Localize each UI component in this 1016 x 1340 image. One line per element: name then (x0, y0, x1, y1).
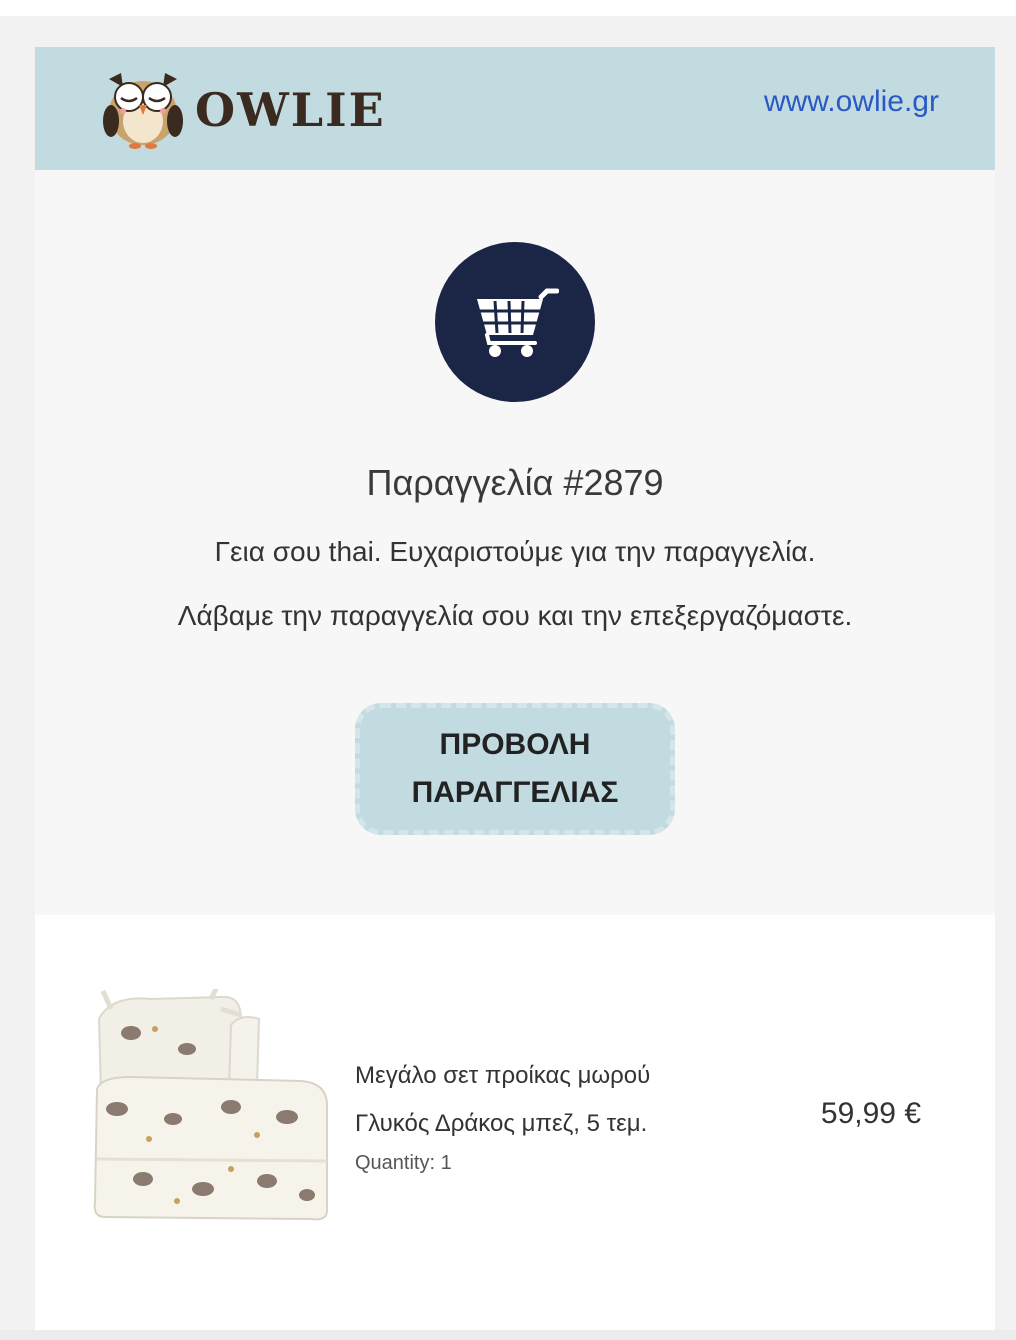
brand-name: OWLIE (195, 83, 386, 137)
view-order-button-label: ΠΡΟΒΟΛΗ ΠΑΡΑΓΓΕΛΙΑΣ (411, 728, 619, 809)
view-order-button[interactable]: ΠΡΟΒΟΛΗ ΠΑΡΑΓΓΕΛΙΑΣ (355, 703, 675, 835)
window-top-strip (0, 0, 1016, 16)
order-confirmation-email: OWLIE www.owlie.gr Παραγγελία #2879 Γεια… (35, 47, 995, 1340)
website-link[interactable]: www.owlie.gr (764, 85, 939, 119)
email-header: OWLIE www.owlie.gr (35, 47, 995, 170)
owl-icon (103, 73, 183, 149)
order-title: Παραγγελία #2879 (366, 462, 664, 503)
owlie-logo[interactable]: OWLIE (101, 69, 401, 149)
product-quantity: Quantity: 1 (355, 1152, 452, 1174)
order-items: Μεγάλο σετ προίκας μωρού Γλυκός Δράκος μ… (35, 915, 995, 1340)
cart-badge (435, 242, 595, 402)
horizontal-scrollbar[interactable] (0, 1330, 1016, 1340)
greeting-text: Γεια σου thai. Ευχαριστούμε για την παρα… (214, 536, 816, 567)
shopping-cart-icon (477, 288, 559, 357)
product-image[interactable] (91, 989, 331, 1229)
product-price: 59,99 € (820, 1097, 921, 1130)
order-hero: Παραγγελία #2879 Γεια σου thai. Ευχαριστ… (35, 170, 995, 915)
order-received-text: Λάβαμε την παραγγελία σου και την επεξερ… (177, 600, 853, 631)
product-name[interactable]: Μεγάλο σετ προίκας μωρού Γλυκός Δράκος μ… (355, 1052, 715, 1148)
